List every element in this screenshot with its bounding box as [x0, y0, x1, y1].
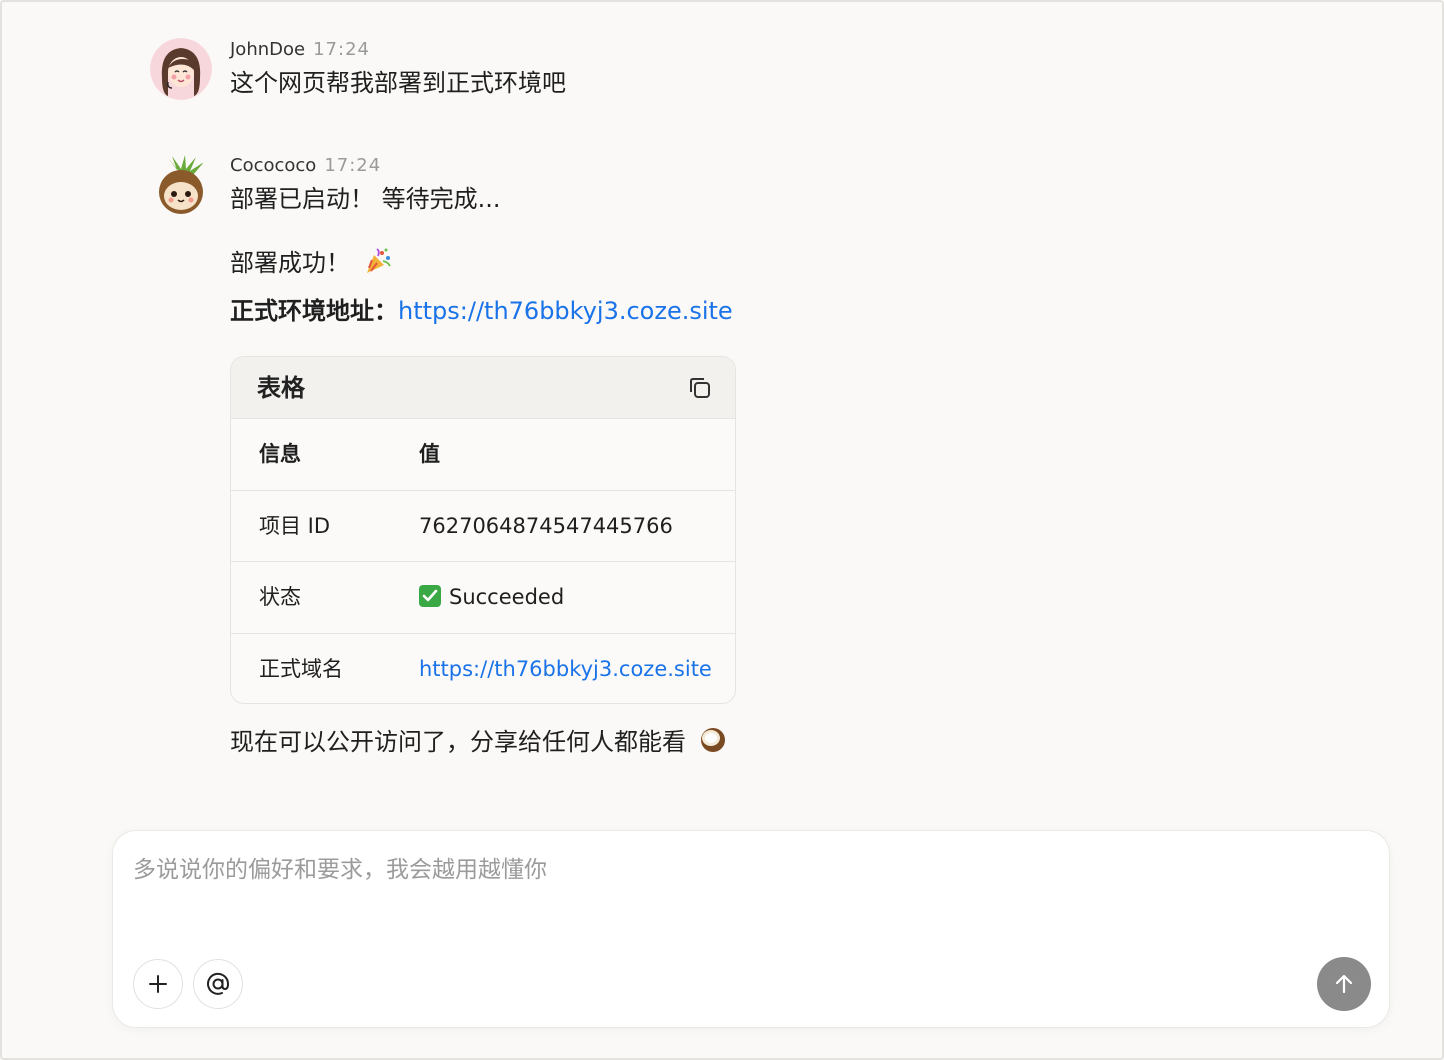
at-icon[interactable] [193, 959, 243, 1009]
bot-message-body: Cocococo 17:24 部署已启动！ 等待完成... 部署成功！ 正式环境… [230, 154, 1030, 756]
user-name: JohnDoe [230, 39, 306, 60]
table-cell-label: 项目 ID [259, 513, 331, 538]
table-card-header: 表格 [231, 357, 735, 419]
coconut-icon [700, 727, 726, 753]
copy-icon[interactable] [685, 373, 715, 403]
party-popper-icon [364, 247, 392, 275]
domain-link[interactable]: https://th76bbkyj3.coze.site [419, 657, 712, 681]
check-mark-icon [419, 585, 441, 607]
table-row: 正式域名 https://th76bbkyj3.coze.site [231, 634, 735, 704]
table-cell-status: Succeeded [419, 562, 564, 633]
bot-closing-text: 现在可以公开访问了，分享给任何人都能看 [230, 728, 686, 756]
table-cell-label: 正式域名 [259, 656, 343, 681]
bot-line-started: 部署已启动！ 等待完成... [230, 185, 501, 213]
table-row: 状态 Succeeded [231, 562, 735, 634]
arrow-up-icon[interactable] [1317, 957, 1371, 1011]
user-time: 17:24 [313, 39, 370, 60]
bot-name: Cocococo [230, 155, 317, 176]
address-label: 正式环境地址： [230, 297, 398, 325]
address-row: 正式环境地址：https://th76bbkyj3.coze.site [230, 294, 1030, 328]
bot-line-success: 部署成功！ [230, 249, 350, 277]
table-row: 项目 ID 7627064874547445766 [231, 491, 735, 562]
bot-meta: Cocococo 17:24 [230, 154, 1030, 178]
chat-window: JohnDoe 17:24 这个网页帮我部署到正式环境吧 Cocococo 17:2… [0, 0, 1444, 1060]
user-text: 这个网页帮我部署到正式环境吧 [230, 69, 566, 97]
table-title: 表格 [257, 374, 305, 402]
message-composer [112, 830, 1390, 1028]
table-card: 表格 信息 值 项目 ID 7627064874547445766 状态 Suc… [230, 356, 736, 704]
table-cell-value: 7627064874547445766 [419, 513, 673, 538]
user-message-body: JohnDoe 17:24 这个网页帮我部署到正式环境吧 [230, 38, 1030, 100]
table-header-row: 信息 值 [231, 419, 735, 491]
message-input[interactable] [133, 853, 1363, 943]
bot-time: 17:24 [324, 155, 382, 176]
table-cell-label: 状态 [259, 585, 301, 609]
user-avatar[interactable] [150, 38, 212, 100]
table-header-value: 值 [419, 442, 440, 466]
bot-line-success-row: 部署成功！ [230, 246, 1030, 280]
address-link[interactable]: https://th76bbkyj3.coze.site [398, 297, 733, 325]
bot-closing-row: 现在可以公开访问了，分享给任何人都能看 [230, 725, 726, 759]
table-cell-domain: https://th76bbkyj3.coze.site [419, 634, 712, 704]
table-header-info: 信息 [259, 442, 301, 466]
bot-avatar[interactable] [150, 154, 212, 216]
plus-icon[interactable] [133, 959, 183, 1009]
user-meta: JohnDoe 17:24 [230, 38, 1030, 62]
status-text: Succeeded [449, 585, 565, 609]
